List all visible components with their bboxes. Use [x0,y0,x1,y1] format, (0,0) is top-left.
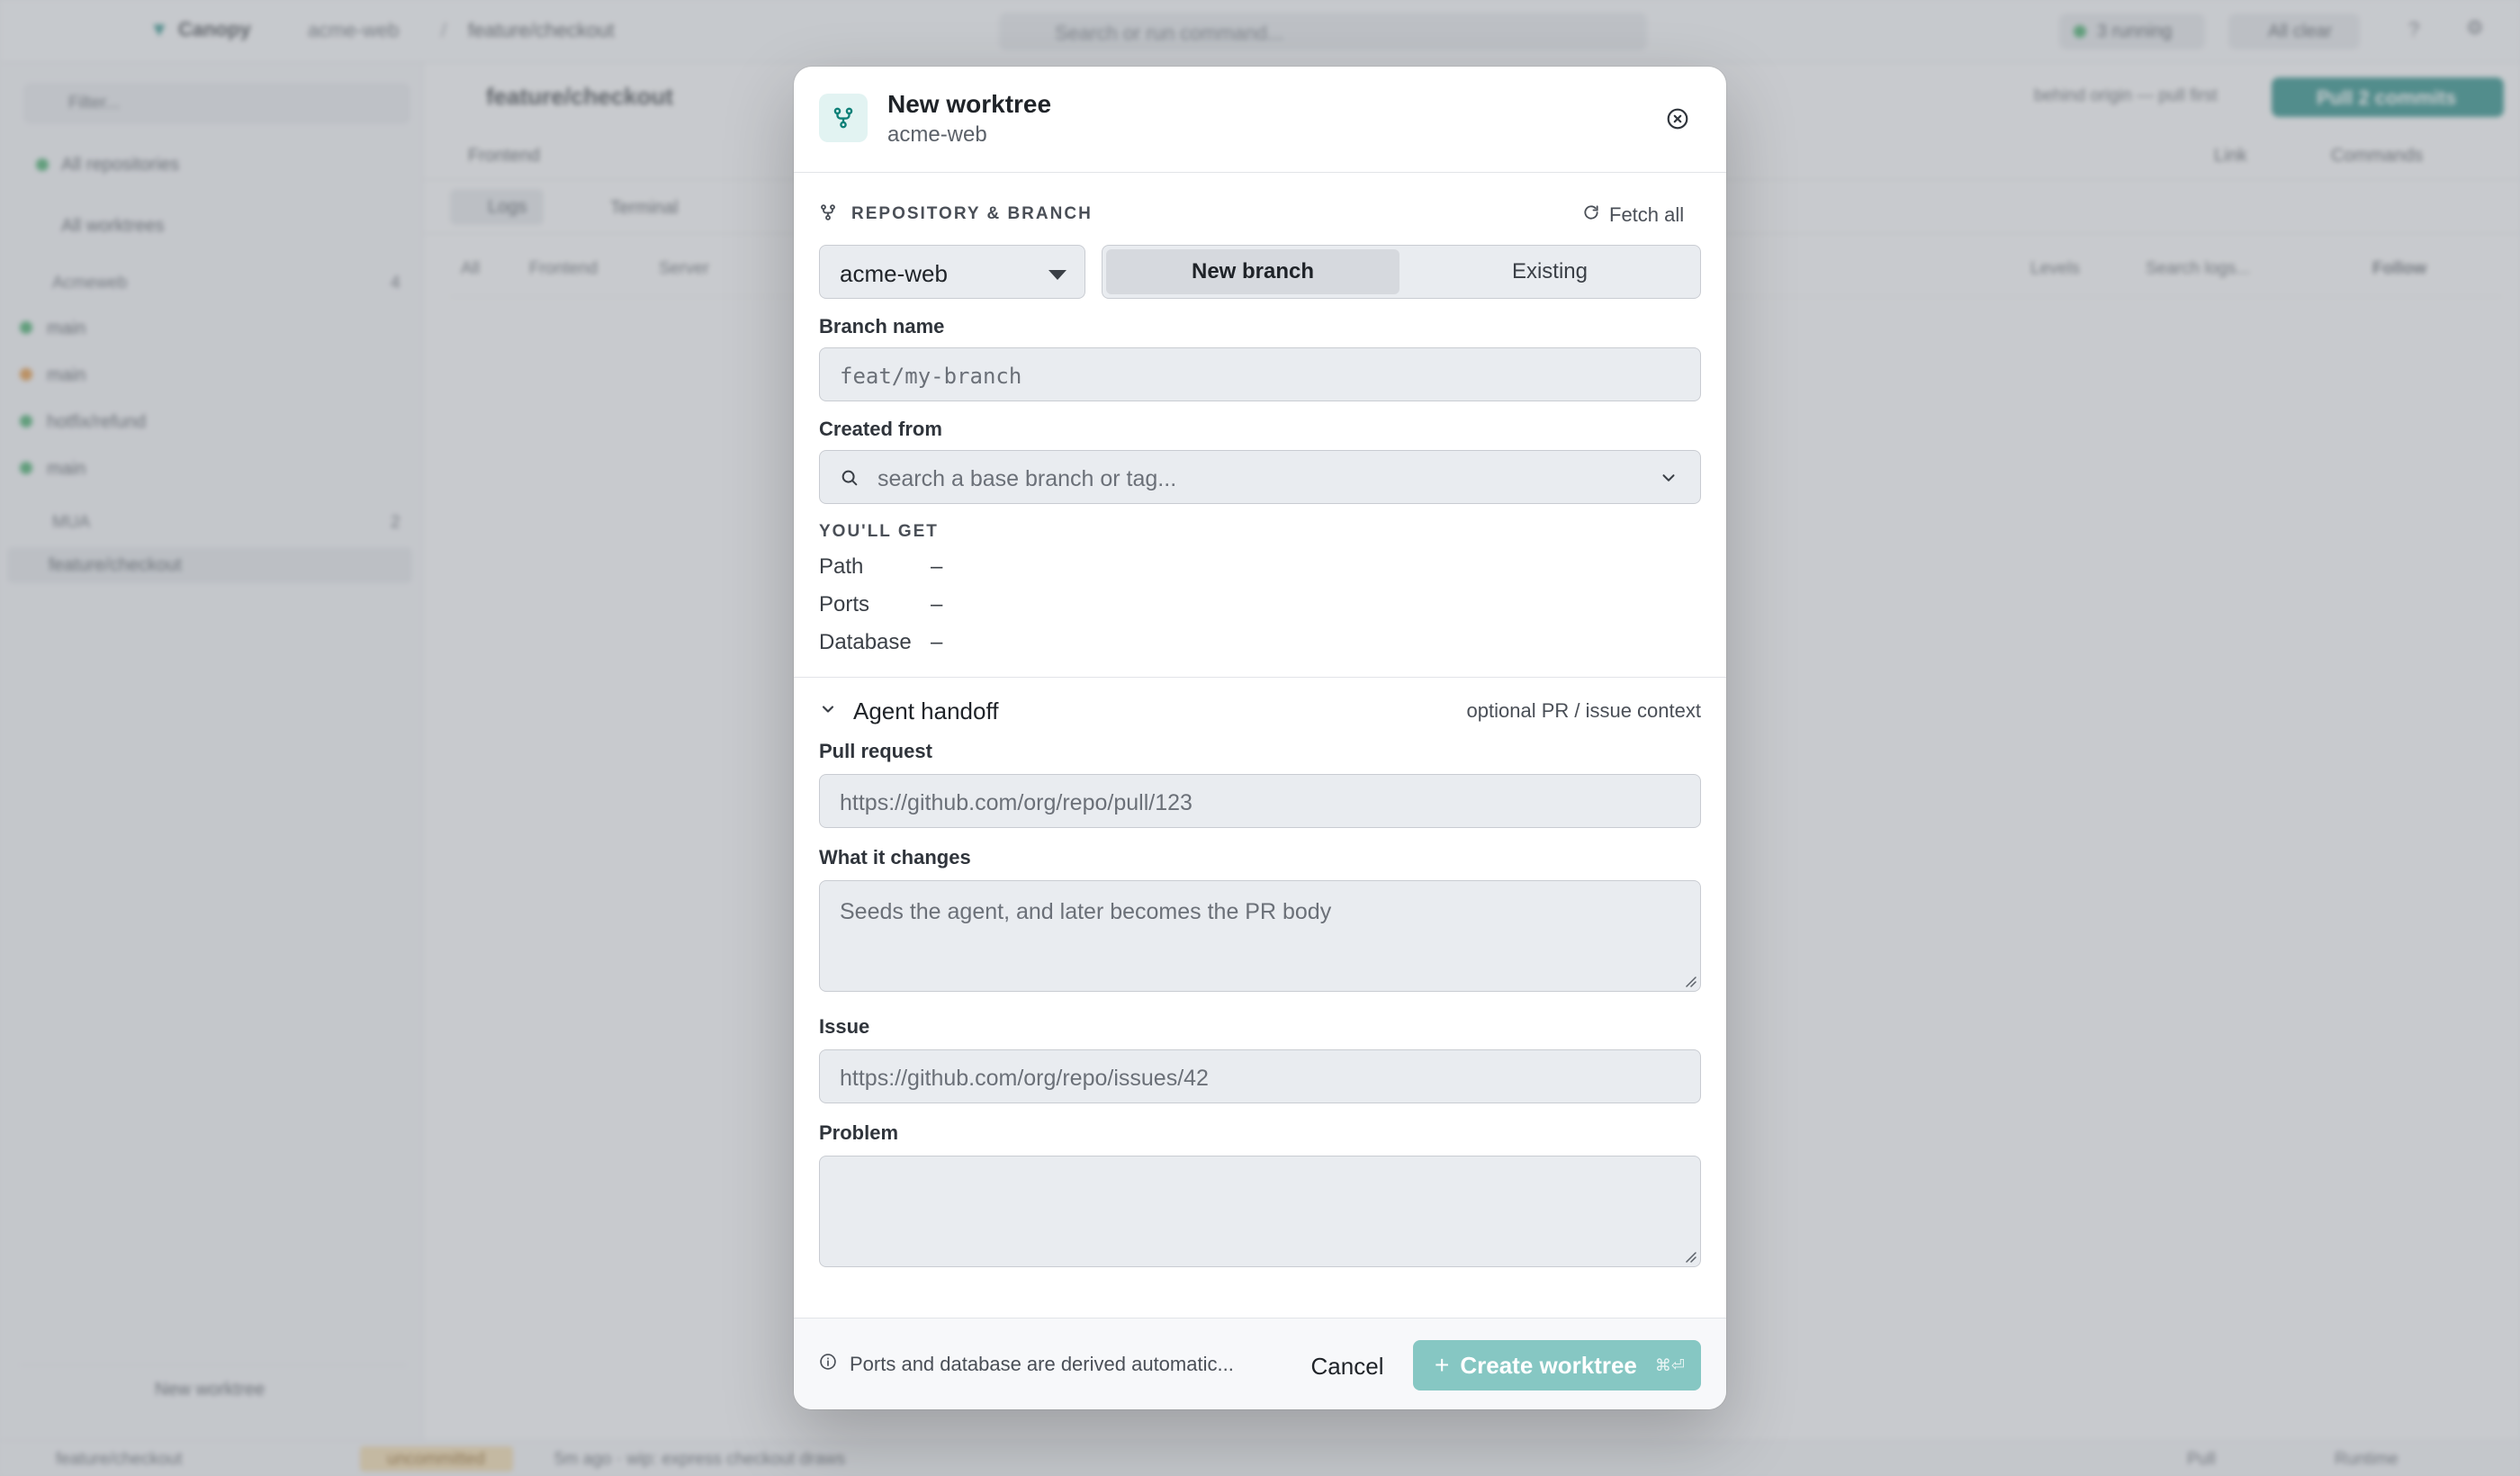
refresh-icon [1582,203,1600,227]
what-changes-label: What it changes [819,846,971,868]
repository-select-value: acme-web [840,260,948,287]
dialog-header: New worktree acme-web [794,67,1726,173]
youll-get-database-key: Database [819,630,912,654]
create-worktree-label: Create worktree [1460,1351,1637,1379]
created-from-placeholder: search a base branch or tag... [878,466,1177,491]
branch-name-placeholder: feat/my-branch [840,364,1022,389]
caret-down-icon [1048,270,1066,280]
agent-handoff-hint: optional PR / issue context [1466,699,1701,722]
youll-get-ports-value: – [931,592,943,616]
footer-note-text: Ports and database are derived automatic… [850,1353,1234,1375]
create-shortcut-hint: ⌘⏎ [1654,1355,1685,1374]
agent-handoff-title: Agent handoff [853,697,999,724]
fetch-all-label: Fetch all [1609,203,1685,226]
what-changes-placeholder: Seeds the agent, and later becomes the P… [840,899,1332,924]
cancel-button[interactable]: Cancel [1280,1342,1415,1390]
branch-mode-toggle: New branch Existing [1102,245,1701,299]
what-changes-textarea[interactable]: Seeds the agent, and later becomes the P… [819,880,1701,992]
footer-note: Ports and database are derived automatic… [819,1353,1234,1376]
branch-mode-existing[interactable]: Existing [1403,249,1696,294]
fetch-all-button[interactable]: Fetch all [1582,202,1684,229]
issue-input[interactable]: https://github.com/org/repo/issues/42 [819,1049,1701,1103]
info-icon [819,1353,837,1376]
issue-placeholder: https://github.com/org/repo/issues/42 [840,1066,1209,1091]
dialog-title: New worktree [887,90,1052,118]
issue-label: Issue [819,1015,870,1038]
section-label-repository-branch: REPOSITORY & BRANCH [851,204,1093,223]
branch-name-input[interactable]: feat/my-branch [819,347,1701,401]
branch-mode-new[interactable]: New branch [1106,249,1400,294]
pull-request-placeholder: https://github.com/org/repo/pull/123 [840,790,1192,815]
create-worktree-button[interactable]: + Create worktree ⌘⏎ [1413,1340,1701,1390]
plus-icon: + [1435,1351,1450,1379]
problem-textarea[interactable] [819,1156,1701,1267]
resize-grip-icon[interactable] [1682,973,1696,987]
created-from-combobox[interactable]: search a base branch or tag... [819,450,1701,504]
youll-get-database-value: – [931,630,943,654]
youll-get-ports-key: Ports [819,592,870,616]
chevron-down-icon [1659,468,1678,492]
created-from-label: Created from [819,418,942,440]
chevron-down-icon [819,700,837,723]
section-divider [794,677,1726,678]
pull-request-input[interactable]: https://github.com/org/repo/pull/123 [819,774,1701,828]
close-circle-icon[interactable] [1661,103,1694,135]
agent-handoff-toggle[interactable]: Agent handoff [819,695,998,727]
youll-get-label: YOU'LL GET [819,522,939,541]
dialog-footer: Ports and database are derived automatic… [794,1318,1726,1409]
git-branch-icon [819,94,868,142]
pull-request-label: Pull request [819,740,932,762]
youll-get-path-key: Path [819,554,864,579]
youll-get-path-value: – [931,554,943,579]
problem-label: Problem [819,1121,899,1144]
new-worktree-dialog: New worktree acme-web REPOSITORY & BRANC… [794,67,1726,1409]
repository-select[interactable]: acme-web [819,245,1085,299]
dialog-subtitle: acme-web [887,122,987,147]
git-branch-small-icon [819,203,837,226]
search-icon [840,468,860,492]
branch-name-label: Branch name [819,315,945,338]
resize-grip-icon[interactable] [1682,1248,1696,1263]
